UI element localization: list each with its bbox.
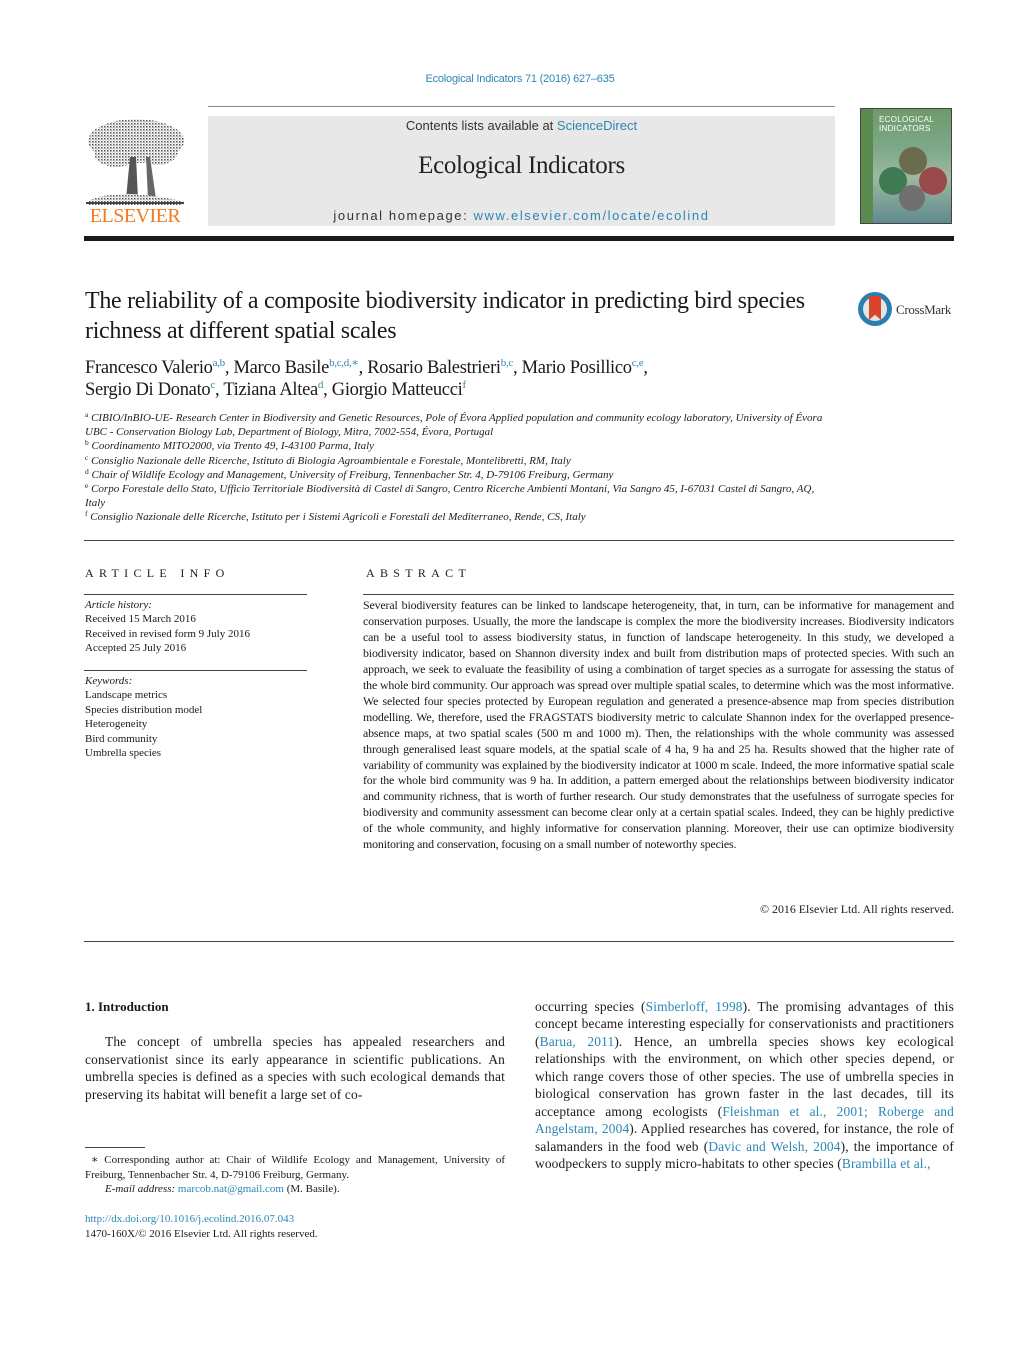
body-text: occurring species (: [535, 999, 646, 1014]
keyword-item: Bird community: [85, 732, 158, 745]
keyword-item: Heterogeneity: [85, 718, 148, 731]
abstract-text: Several biodiversity features can be lin…: [363, 598, 954, 852]
affiliation-text: Corpo Forestale dello Stato, Ufficio Ter…: [85, 483, 815, 510]
header-thick-divider: [84, 236, 954, 241]
body-column-left: The concept of umbrella species has appe…: [85, 1033, 505, 1103]
author-separator: ,: [358, 358, 368, 378]
author-separator: ,: [224, 358, 234, 378]
keyword-item: Umbrella species: [85, 747, 162, 760]
keywords: Keywords: Landscape metrics Species dist…: [85, 674, 310, 760]
contents-line: Contents lists available at ScienceDirec…: [208, 118, 835, 133]
section-divider: [84, 540, 954, 541]
article-info-divider: [84, 594, 307, 595]
article-history: Article history: Received 15 March 2016 …: [85, 598, 310, 656]
affiliation-item: d Chair of Wildlife Ecology and Manageme…: [85, 468, 835, 482]
elsevier-wordmark: ELSEVIER: [89, 205, 181, 227]
author-name: Francesco Valerio: [85, 358, 213, 378]
abstract-divider: [363, 594, 954, 595]
author-affiliation-link[interactable]: b,c: [501, 357, 514, 369]
cover-photo-field: [899, 185, 925, 211]
abstract-copyright: © 2016 Elsevier Ltd. All rights reserved…: [760, 902, 954, 916]
crossmark-icon: [858, 292, 892, 326]
section-heading-introduction: 1. Introduction: [85, 999, 169, 1014]
issn-copyright: 1470-160X/© 2016 Elsevier Ltd. All right…: [85, 1227, 318, 1240]
cover-title-line1: ECOLOGICAL: [879, 115, 935, 124]
journal-cover-image[interactable]: ECOLOGICAL INDICATORS: [860, 108, 952, 224]
article-title: The reliability of a composite biodivers…: [85, 288, 805, 344]
keywords-label: Keywords:: [85, 675, 133, 687]
history-received: Received 15 March 2016: [85, 613, 196, 626]
author-affiliation-link[interactable]: c,e: [632, 357, 644, 369]
citation-link[interactable]: Barua, 2011: [540, 1034, 615, 1049]
journal-header-band: Contents lists available at ScienceDirec…: [208, 116, 835, 226]
history-accepted: Accepted 25 July 2016: [85, 642, 187, 655]
cover-spine: [861, 109, 873, 223]
corresponding-author-text: ∗ Corresponding author at: Chair of Wild…: [85, 1154, 505, 1181]
affiliation-item: a CIBIO/InBIO-UE- Research Center in Bio…: [85, 411, 835, 439]
author-separator: ,: [643, 358, 648, 378]
affiliations: a CIBIO/InBIO-UE- Research Center in Bio…: [85, 411, 835, 525]
article-info-heading: ARTICLE INFO: [85, 566, 230, 580]
homepage-line: journal homepage: www.elsevier.com/locat…: [208, 208, 835, 223]
email-suffix: (M. Basile).: [283, 1183, 340, 1196]
affiliation-item: b Coordinamento MITO2000, via Trento 49,…: [85, 439, 835, 453]
header-divider: [208, 106, 835, 107]
author-name: Rosario Balestrieri: [367, 358, 501, 378]
crossmark-label: CrossMark: [896, 302, 952, 317]
cover-title-line2: INDICATORS: [879, 124, 931, 133]
intro-paragraph-continued: occurring species (Simberloff, 1998). Th…: [535, 998, 954, 1173]
homepage-prefix: journal homepage:: [333, 208, 474, 223]
author-name: Mario Posillico: [521, 358, 632, 378]
body-column-right: occurring species (Simberloff, 1998). Th…: [535, 998, 954, 1173]
affiliation-text: Consiglio Nazionale delle Ricerche, Isti…: [88, 454, 571, 467]
sciencedirect-link[interactable]: ScienceDirect: [557, 118, 637, 133]
contents-prefix: Contents lists available at: [405, 118, 557, 133]
abstract-heading: ABSTRACT: [366, 566, 472, 580]
affiliation-text: Coordinamento MITO2000, via Trento 49, I…: [88, 440, 375, 453]
body-divider: [84, 941, 954, 942]
footnote-divider: [85, 1147, 145, 1148]
journal-name: Ecological Indicators: [418, 152, 625, 179]
author-name: Tiziana Altea: [223, 380, 318, 400]
journal-reference-link[interactable]: Ecological Indicators 71 (2016) 627–635: [0, 73, 1020, 85]
corresponding-author-footnote: ∗ Corresponding author at: Chair of Wild…: [85, 1153, 505, 1197]
affiliation-item: e Corpo Forestale dello Stato, Ufficio T…: [85, 482, 835, 510]
author-separator: ,: [323, 380, 332, 400]
keywords-divider: [84, 670, 307, 671]
citation-link[interactable]: Brambilla et al.,: [842, 1156, 931, 1171]
author-name: Sergio Di Donato: [85, 380, 211, 400]
author-name: Giorgio Matteucci: [331, 380, 463, 400]
keyword-item: Species distribution model: [85, 703, 203, 716]
author-separator: ,: [513, 358, 522, 378]
crossmark-badge[interactable]: CrossMark: [858, 292, 958, 330]
affiliation-item: f Consiglio Nazionale delle Ricerche, Is…: [85, 510, 835, 524]
elsevier-logo[interactable]: ELSEVIER: [84, 115, 186, 227]
citation-link[interactable]: Davic and Welsh, 2004: [708, 1139, 840, 1154]
doi-link[interactable]: http://dx.doi.org/10.1016/j.ecolind.2016…: [85, 1213, 294, 1225]
affiliation-text: CIBIO/InBIO-UE- Research Center in Biodi…: [85, 412, 823, 439]
author-list: Francesco Valerioa,b, Marco Basileb,c,d,…: [85, 357, 885, 401]
intro-paragraph: The concept of umbrella species has appe…: [85, 1034, 505, 1102]
affiliation-text: Chair of Wildlife Ecology and Management…: [88, 468, 614, 481]
author-name: Marco Basile: [233, 358, 330, 378]
cover-title: ECOLOGICAL INDICATORS: [879, 115, 934, 133]
author-affiliation-link[interactable]: f: [462, 379, 466, 391]
author-affiliation-link[interactable]: a,b: [213, 357, 226, 369]
author-affiliation-link[interactable]: b,c,d,∗: [329, 357, 359, 369]
email-link[interactable]: marcob.nat@gmail.com: [178, 1183, 284, 1195]
journal-homepage-link[interactable]: www.elsevier.com/locate/ecolind: [474, 208, 710, 223]
keyword-item: Landscape metrics: [85, 689, 168, 702]
affiliation-text: Consiglio Nazionale delle Ricerche, Isti…: [87, 511, 586, 524]
affiliation-item: c Consiglio Nazionale delle Ricerche, Is…: [85, 453, 835, 468]
doi-block: http://dx.doi.org/10.1016/j.ecolind.2016…: [85, 1212, 505, 1241]
elsevier-tree-icon: [86, 119, 184, 205]
history-label: Article history:: [85, 599, 152, 611]
citation-link[interactable]: Simberloff, 1998: [646, 999, 743, 1014]
history-revised: Received in revised form 9 July 2016: [85, 627, 250, 640]
email-label: E-mail address:: [105, 1183, 178, 1196]
